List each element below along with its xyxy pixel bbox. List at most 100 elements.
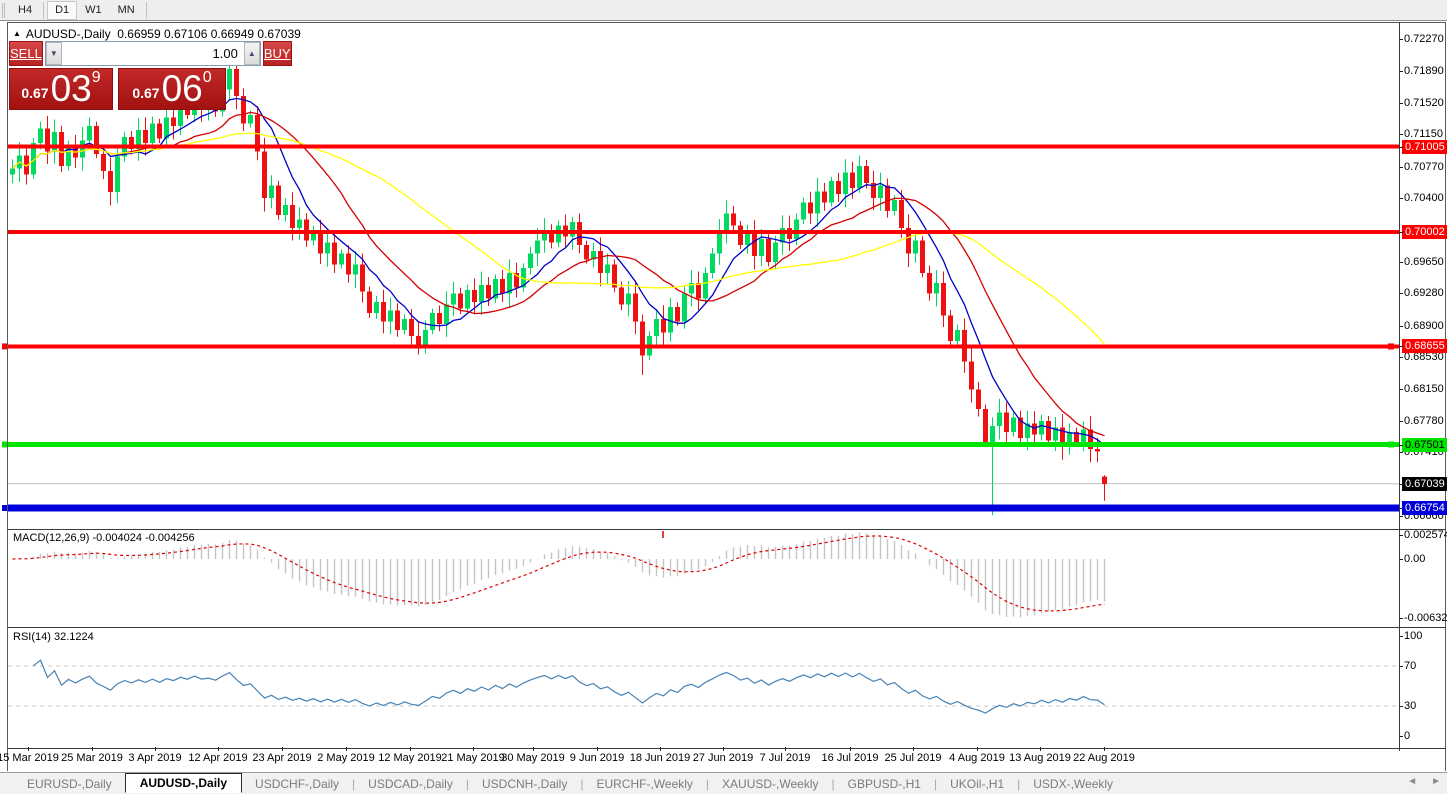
volume-stepper: ▼ ▲ <box>44 41 261 66</box>
date-label: 25 Jul 2019 <box>884 752 942 764</box>
tab-usdchf-daily[interactable]: USDCHF-,Daily <box>242 775 352 793</box>
macd-tick-label: -0.006326 <box>1404 611 1447 624</box>
date-tick <box>155 747 156 751</box>
axis-tick <box>1399 166 1403 168</box>
sell-button[interactable]: SELL <box>9 41 43 66</box>
date-label: 23 Apr 2019 <box>252 752 312 764</box>
price-tick-label: 0.71890 <box>1404 65 1444 78</box>
tab-ukoil-h1[interactable]: UKOil-,H1 <box>937 775 1017 793</box>
date-label: 13 Aug 2019 <box>1009 752 1071 764</box>
mt4-window: H4 D1 W1 MN ▲ AUDUSD-,Daily 0.66959 0.67106 … <box>0 0 1447 794</box>
date-tick <box>597 747 598 751</box>
chevron-up-icon: ▲ <box>247 49 256 58</box>
axis-tick <box>1399 293 1403 295</box>
price-axis-border <box>1399 22 1400 751</box>
sell-price-button[interactable]: 0.67 03 9 <box>9 68 113 110</box>
buy-price-button[interactable]: 0.67 06 0 <box>118 68 226 110</box>
axis-tick <box>1399 357 1403 359</box>
date-tick <box>850 747 851 751</box>
price-tick-label: 0.72270 <box>1404 33 1444 46</box>
axis-tick <box>1399 666 1403 667</box>
date-tick <box>1040 747 1041 751</box>
macd-pane-separator[interactable] <box>7 529 1446 530</box>
date-label: 9 Jun 2019 <box>569 752 625 764</box>
one-click-trading-panel: SELL ▼ ▲ BUY 0.67 03 9 0.67 06 0 <box>9 41 292 110</box>
tab-scroll-right-icon[interactable]: ► <box>1431 776 1441 787</box>
price-chart[interactable] <box>0 0 1447 794</box>
axis-tick <box>1399 134 1403 136</box>
tab-gbpusd-h1[interactable]: GBPUSD-,H1 <box>835 775 934 793</box>
buy-price-prefix: 0.67 <box>132 85 160 101</box>
sell-price-pip-digit: 9 <box>91 69 101 86</box>
date-label: 30 May 2019 <box>501 752 565 764</box>
axis-tick <box>1399 198 1403 200</box>
date-tick <box>218 747 219 751</box>
axis-tick <box>1399 617 1403 619</box>
tab-eurchf-weekly[interactable]: EURCHF-,Weekly <box>583 775 705 793</box>
tab-scroll-arrows: ◄ ► <box>1407 776 1441 787</box>
axis-tick <box>1399 706 1403 707</box>
axis-tick <box>1399 146 1403 148</box>
rsi-tick-label: 30 <box>1404 700 1417 712</box>
rsi-tick-label: 100 <box>1404 630 1423 642</box>
tab-scroll-left-icon[interactable]: ◄ <box>1407 776 1417 787</box>
buy-button[interactable]: BUY <box>262 41 292 66</box>
price-level-label: 0.67039 <box>1402 476 1447 491</box>
price-tick-label: 0.67780 <box>1404 414 1444 427</box>
volume-decrease-button[interactable]: ▼ <box>45 42 62 65</box>
date-label: 15 Mar 2019 <box>0 752 59 764</box>
sell-price-big-digits: 03 <box>50 68 92 109</box>
date-tick <box>410 747 411 751</box>
tab-xauusd-weekly[interactable]: XAUUSD-,Weekly <box>709 775 831 793</box>
chevron-down-icon: ▼ <box>49 49 58 58</box>
price-tick-label: 0.69650 <box>1404 255 1444 268</box>
rsi-tick-label: 0 <box>1404 730 1411 742</box>
price-level-label: 0.66754 <box>1402 501 1447 515</box>
axis-tick <box>1399 420 1403 422</box>
axis-tick <box>1399 452 1403 454</box>
axis-tick <box>1399 736 1403 737</box>
date-label: 3 Apr 2019 <box>128 752 182 764</box>
date-label: 25 Mar 2019 <box>61 752 123 764</box>
macd-tick-label: 0.00 <box>1404 553 1426 565</box>
axis-tick <box>1399 559 1403 560</box>
date-tick <box>723 747 724 751</box>
date-tick <box>785 747 786 751</box>
date-label: 12 Apr 2019 <box>188 752 248 764</box>
date-tick <box>660 747 661 751</box>
date-label: 18 Jun 2019 <box>629 752 691 764</box>
date-label: 2 May 2019 <box>317 752 375 764</box>
axis-tick <box>1399 102 1403 104</box>
tab-usdcnh-daily[interactable]: USDCNH-,Daily <box>469 775 580 793</box>
macd-indicator-label: MACD(12,26,9) -0.004024 -0.004256 <box>13 532 195 544</box>
rsi-pane-separator[interactable] <box>7 627 1446 628</box>
rsi-indicator-label: RSI(14) 32.1224 <box>13 631 94 643</box>
collapse-panel-icon[interactable]: ▲ <box>13 29 21 38</box>
price-level-label: 0.67501 <box>1402 437 1447 452</box>
price-tick-label: 0.70770 <box>1404 160 1444 173</box>
date-label: 16 Jul 2019 <box>821 752 879 764</box>
date-tick <box>1104 747 1105 751</box>
tab-eurusd-daily[interactable]: EURUSD-,Daily <box>14 775 125 793</box>
price-tick-label: 0.68900 <box>1404 319 1444 332</box>
axis-tick <box>1399 535 1403 537</box>
date-tick <box>473 747 474 751</box>
date-label: 12 May 2019 <box>378 752 442 764</box>
date-tick <box>913 747 914 751</box>
date-tick <box>346 747 347 751</box>
macd-tick-label: 0.002574 <box>1404 529 1447 542</box>
date-tick <box>533 747 534 751</box>
symbol-tab-bar: EURUSD-,Daily AUDUSD-,Daily USDCHF-,Daily |… <box>0 772 1447 794</box>
tab-usdx-weekly[interactable]: USDX-,Weekly <box>1020 775 1126 793</box>
tab-audusd-daily[interactable]: AUDUSD-,Daily <box>124 772 243 793</box>
axis-tick <box>1399 389 1403 391</box>
sell-price-prefix: 0.67 <box>21 85 49 101</box>
volume-increase-button[interactable]: ▲ <box>243 42 260 65</box>
price-tick-label: 0.69280 <box>1404 287 1444 300</box>
date-label: 4 Aug 2019 <box>949 752 1005 764</box>
tab-usdcad-daily[interactable]: USDCAD-,Daily <box>355 775 466 793</box>
volume-input[interactable] <box>61 42 244 65</box>
axis-tick <box>1399 231 1403 233</box>
price-tick-label: 0.71520 <box>1404 96 1444 109</box>
date-tick <box>282 747 283 751</box>
